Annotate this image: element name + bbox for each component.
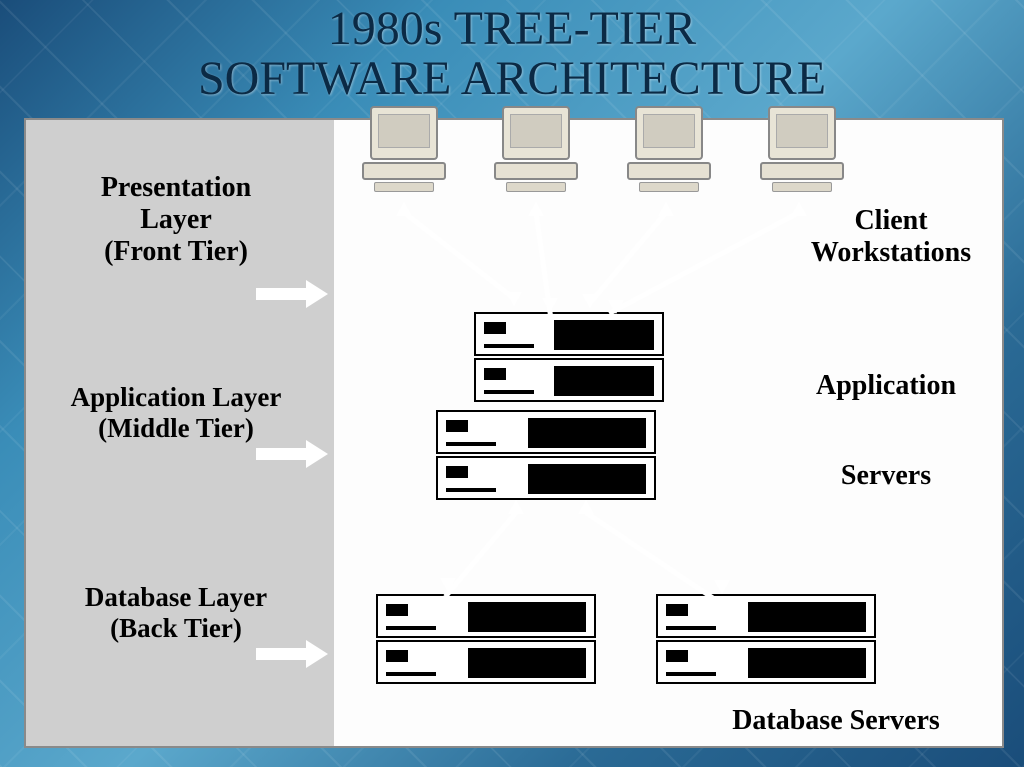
workstation-icon: [356, 106, 452, 194]
slide-title: 1980s TREE-TIER SOFTWARE ARCHITECTURE: [0, 0, 1024, 113]
layer-label-database: Database Layer (Back Tier): [46, 582, 306, 644]
arrowhead-icon: [714, 580, 730, 594]
arrowhead-icon: [528, 202, 544, 216]
server-icon: [474, 312, 664, 356]
db-server-stack: [656, 594, 876, 686]
layer-sidebar: Presentation Layer (Front Tier) Applicat…: [26, 120, 334, 746]
arrowhead-icon: [506, 292, 522, 306]
title-line-1: 1980s TREE-TIER: [0, 4, 1024, 54]
arrow-icon: [256, 280, 328, 308]
layer-label-application: Application Layer (Middle Tier): [46, 382, 306, 444]
arrow-icon: [256, 440, 328, 468]
arrowhead-icon: [396, 202, 412, 216]
workstation-icon: [754, 106, 850, 194]
workstation-icon: [488, 106, 584, 194]
label-database-servers: Database Servers: [696, 705, 976, 737]
arrowhead-icon: [608, 300, 624, 314]
arrowhead-icon: [508, 500, 524, 514]
label-application: Application: [786, 370, 986, 402]
server-icon: [656, 594, 876, 638]
server-icon: [376, 594, 596, 638]
db-server-stack: [376, 594, 596, 686]
layer-label-presentation: Presentation Layer (Front Tier): [46, 172, 306, 269]
label-servers: Servers: [811, 460, 961, 492]
connector-line: [585, 510, 720, 604]
workstation-icon: [621, 106, 717, 194]
arrowhead-icon: [578, 500, 594, 514]
connector-line: [587, 211, 668, 306]
app-server-stack: [436, 410, 656, 502]
server-icon: [436, 410, 656, 454]
arrowhead-icon: [582, 294, 598, 308]
connector-line: [402, 211, 515, 301]
server-icon: [474, 358, 664, 402]
server-icon: [436, 456, 656, 500]
server-icon: [656, 640, 876, 684]
arrowhead-icon: [440, 578, 456, 592]
label-client-workstations: Client Workstations: [786, 205, 996, 269]
title-line-2: SOFTWARE ARCHITECTURE: [0, 54, 1024, 104]
server-icon: [376, 640, 596, 684]
arrowhead-icon: [658, 202, 674, 216]
arrowhead-icon: [791, 202, 807, 216]
arrowhead-icon: [542, 298, 558, 312]
arrow-icon: [256, 640, 328, 668]
app-server-stack: [474, 312, 664, 404]
diagram-frame: Presentation Layer (Front Tier) Applicat…: [24, 118, 1004, 748]
connector-line: [608, 210, 800, 315]
